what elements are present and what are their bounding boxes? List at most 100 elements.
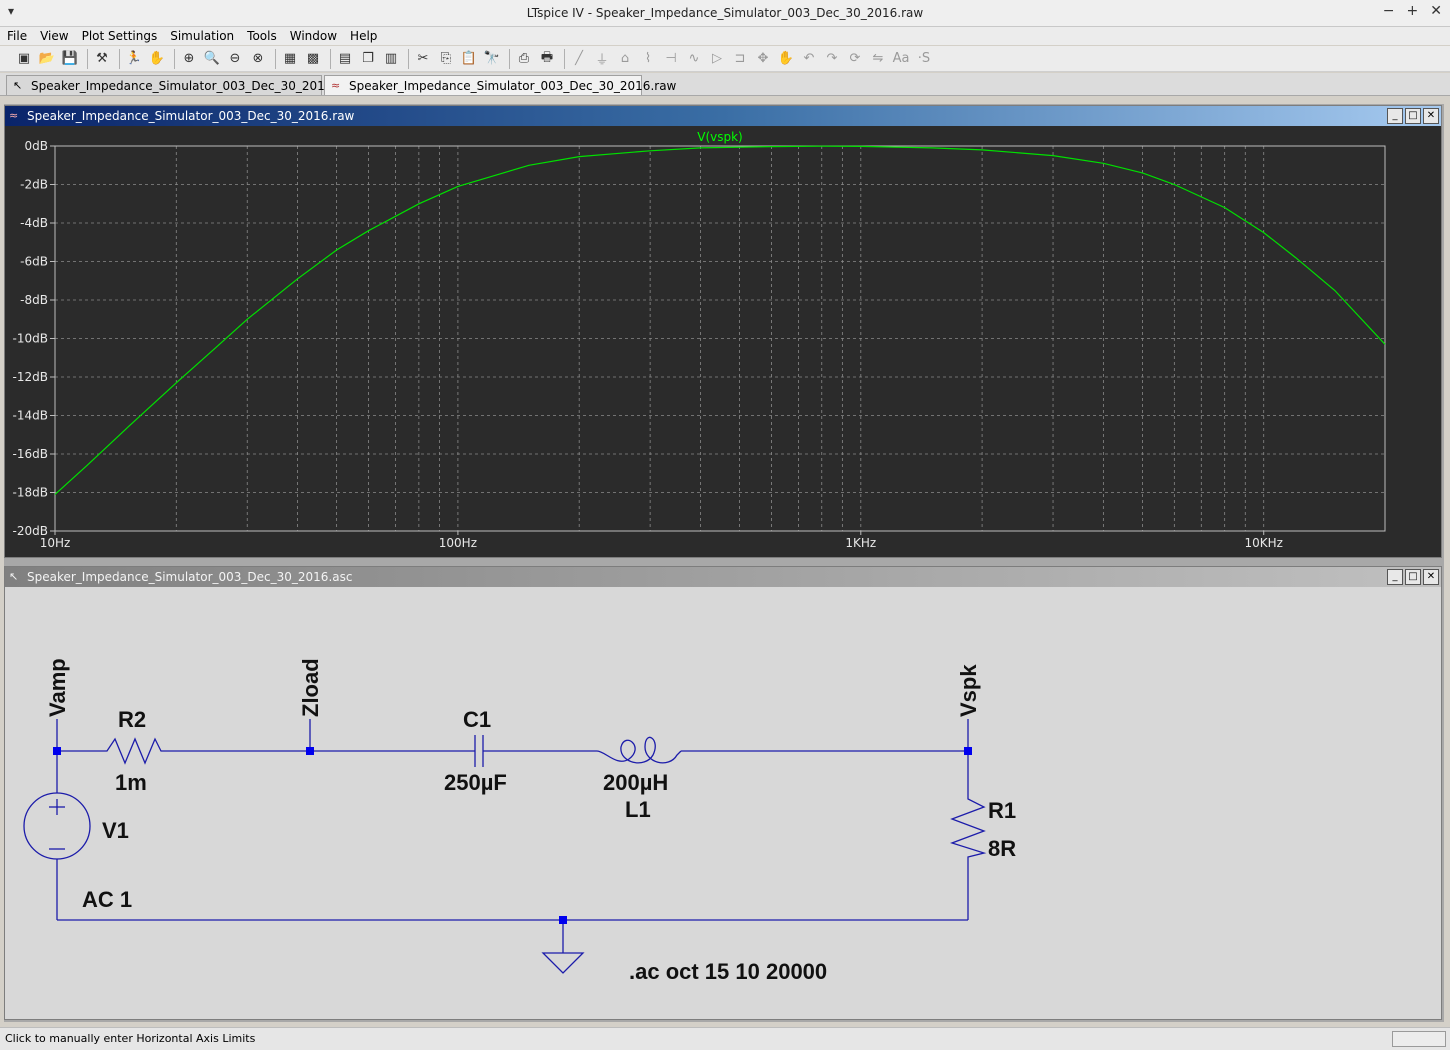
x-tick-label[interactable]: 10KHz	[1244, 536, 1282, 550]
wires	[56, 719, 969, 953]
zoom-pan-icon[interactable]: 🔍	[202, 49, 222, 69]
waveform-window-titlebar[interactable]: ≈ Speaker_Impedance_Simulator_003_Dec_30…	[5, 106, 1441, 126]
toolbar-separator	[408, 48, 409, 69]
run-icon[interactable]: 🏃	[124, 49, 144, 69]
v1-name[interactable]: V1	[102, 818, 129, 843]
ground-icon[interactable]: ⏚	[592, 49, 612, 69]
close-icon[interactable]: ✕	[1430, 3, 1442, 19]
autorange-icon[interactable]: ▦	[280, 49, 300, 69]
open-icon[interactable]: 📂	[37, 49, 57, 69]
r2-name[interactable]: R2	[118, 707, 146, 732]
tile-vertical-icon[interactable]: ▥	[381, 49, 401, 69]
r1-name[interactable]: R1	[988, 798, 1016, 823]
minimize-icon[interactable]: _	[1387, 108, 1403, 124]
wire-icon[interactable]: ╱	[569, 49, 589, 69]
cut-icon[interactable]: ✂	[413, 49, 433, 69]
print-icon[interactable]: ⎙	[514, 49, 534, 69]
resistor-icon[interactable]: ⌇	[638, 49, 658, 69]
node[interactable]	[53, 747, 61, 755]
c1-value[interactable]: 250µF	[444, 770, 507, 795]
restore-icon[interactable]: □	[1405, 569, 1421, 585]
menu-view[interactable]: View	[33, 27, 74, 45]
cascade-icon[interactable]: ❐	[358, 49, 378, 69]
grid-icon[interactable]: ▩	[303, 49, 323, 69]
menu-window[interactable]: Window	[283, 27, 343, 45]
find-icon[interactable]: 🔭	[482, 49, 502, 69]
x-tick-label[interactable]: 1KHz	[845, 536, 876, 550]
capacitor-c1[interactable]	[474, 735, 484, 767]
drag-icon[interactable]: ✋	[776, 49, 796, 69]
control-panel-icon[interactable]: ⚒	[92, 49, 112, 69]
waveform-plot[interactable]: 0dB -2dB -4dB -6dB -8dB -10dB -12dB -14dB -16dB -…	[5, 126, 1441, 557]
v1-value[interactable]: AC 1	[82, 887, 132, 912]
close-icon[interactable]: ✕	[1423, 569, 1439, 585]
app-title: LTspice IV - Speaker_Impedance_Simulator…	[526, 6, 924, 20]
c1-name[interactable]: C1	[463, 707, 491, 732]
redo-icon[interactable]: ↷	[822, 49, 842, 69]
tab-schematic[interactable]: ↖ Speaker_Impedance_Simulator_003_Dec_30…	[6, 75, 356, 95]
zoom-fit-icon[interactable]: ⊗	[248, 49, 268, 69]
menu-tools[interactable]: Tools	[240, 27, 283, 45]
schematic-canvas[interactable]: Vamp Zload Vspk R2 1m C1 250µF 200µH L1 …	[5, 587, 1441, 1019]
component-icon[interactable]: ⊐	[730, 49, 750, 69]
x-tick-label[interactable]: 10Hz	[40, 536, 71, 550]
tile-horizontal-icon[interactable]: ▤	[335, 49, 355, 69]
resistor-r2[interactable]	[101, 737, 165, 765]
net-label-zload[interactable]: Zload	[298, 658, 323, 717]
node[interactable]	[964, 747, 972, 755]
l1-value[interactable]: 200µH	[603, 770, 668, 795]
toolbar-separator	[275, 48, 276, 69]
voltage-source-v1[interactable]	[23, 792, 91, 860]
menu-help[interactable]: Help	[343, 27, 383, 45]
menu-plot-settings[interactable]: Plot Settings	[75, 27, 164, 45]
tab-waveform[interactable]: ≈ Speaker_Impedance_Simulator_003_Dec_30…	[324, 75, 676, 95]
net-label-vspk[interactable]: Vspk	[956, 664, 981, 717]
spice-directive-icon[interactable]: ·S	[914, 49, 934, 69]
menu-file[interactable]: File	[0, 27, 33, 45]
inductor-icon[interactable]: ∿	[684, 49, 704, 69]
y-tick-label: -16dB	[13, 447, 48, 461]
minimize-icon[interactable]: −	[1383, 3, 1395, 19]
halt-icon[interactable]: ✋	[147, 49, 167, 69]
inductor-l1[interactable]	[596, 736, 682, 764]
label-net-icon[interactable]: ⌂	[615, 49, 635, 69]
r1-value[interactable]: 8R	[988, 836, 1016, 861]
trace-line[interactable]	[54, 145, 1386, 495]
minimize-icon[interactable]: _	[1387, 569, 1403, 585]
paste-icon[interactable]: 📋	[459, 49, 479, 69]
rotate-icon[interactable]: ⟳	[845, 49, 865, 69]
save-icon[interactable]: 💾	[60, 49, 80, 69]
spice-directive[interactable]: .ac oct 15 10 20000	[629, 959, 827, 984]
schematic-window-titlebar[interactable]: ↖ Speaker_Impedance_Simulator_003_Dec_30…	[5, 567, 1441, 587]
toolbar-separator	[87, 48, 88, 69]
zoom-out-icon[interactable]: ⊖	[225, 49, 245, 69]
menu-simulation[interactable]: Simulation	[163, 27, 240, 45]
x-tick-label[interactable]: 100Hz	[439, 536, 477, 550]
net-label-vamp[interactable]: Vamp	[45, 658, 70, 717]
r2-value[interactable]: 1m	[115, 770, 147, 795]
y-tick-label: -4dB	[20, 216, 48, 230]
l1-name[interactable]: L1	[625, 797, 651, 822]
new-schematic-icon[interactable]: ▣	[14, 49, 34, 69]
node[interactable]	[306, 747, 314, 755]
schematic-icon: ↖	[13, 79, 23, 92]
document-tabs: ↖ Speaker_Impedance_Simulator_003_Dec_30…	[0, 73, 1450, 96]
trace-label[interactable]: V(vspk)	[697, 130, 743, 144]
capacitor-icon[interactable]: ⊣	[661, 49, 681, 69]
ground-icon[interactable]	[541, 952, 585, 974]
restore-icon[interactable]: □	[1405, 108, 1421, 124]
node[interactable]	[559, 916, 567, 924]
maximize-icon[interactable]: +	[1407, 3, 1419, 19]
copy-icon[interactable]: ⎘	[436, 49, 456, 69]
print-preview-icon[interactable]: 🖶	[537, 49, 557, 69]
status-message: Click to manually enter Horizontal Axis …	[5, 1032, 256, 1045]
waveform-icon: ≈	[331, 79, 341, 92]
zoom-in-icon[interactable]: ⊕	[179, 49, 199, 69]
move-icon[interactable]: ✥	[753, 49, 773, 69]
text-icon[interactable]: Aa	[891, 49, 911, 69]
close-icon[interactable]: ✕	[1423, 108, 1439, 124]
diode-icon[interactable]: ▷	[707, 49, 727, 69]
mirror-icon[interactable]: ⇋	[868, 49, 888, 69]
resistor-r1[interactable]	[949, 793, 987, 861]
undo-icon[interactable]: ↶	[799, 49, 819, 69]
